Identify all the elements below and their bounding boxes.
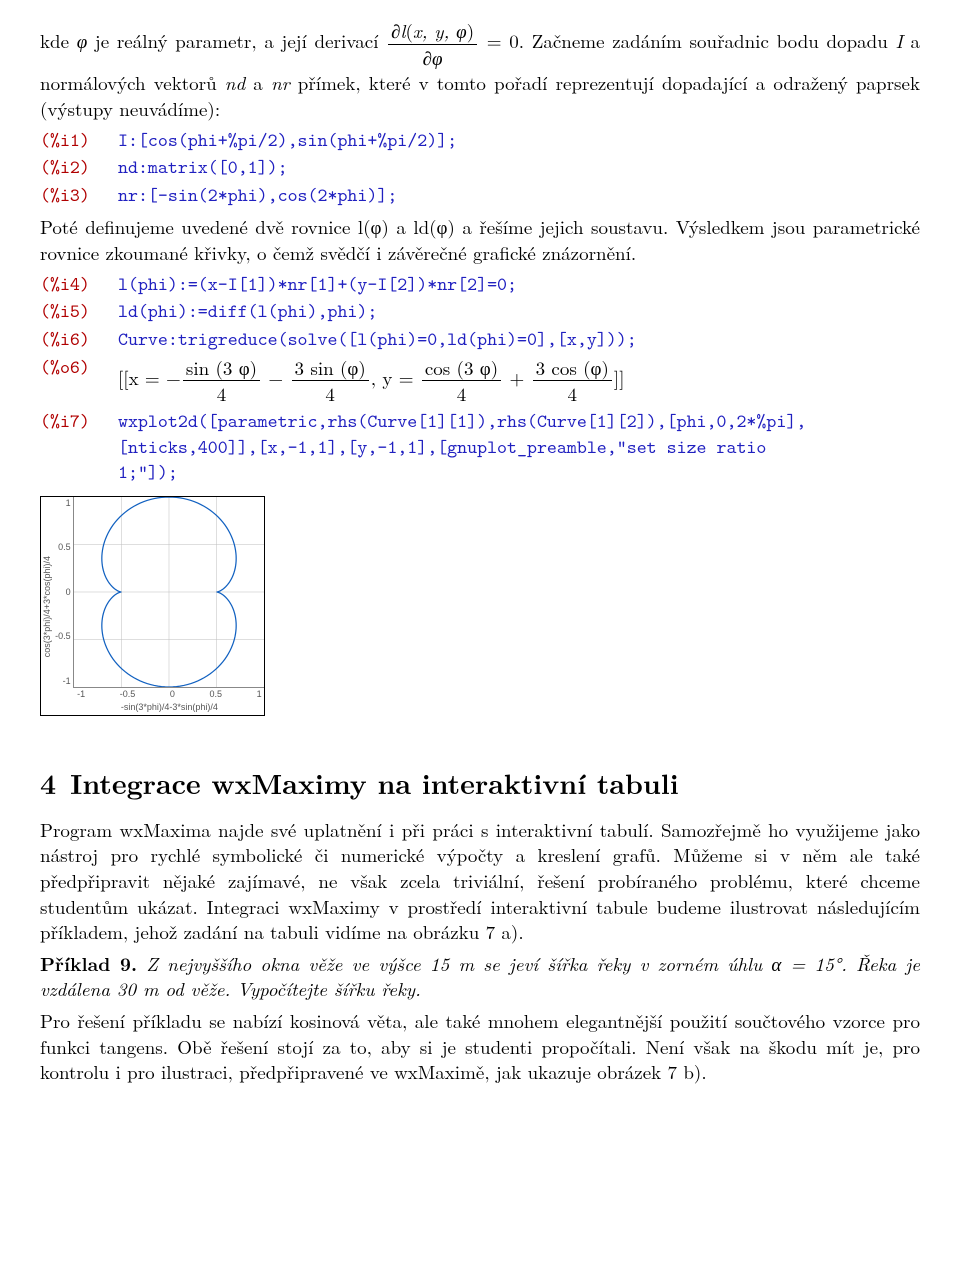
io-label-o6: (%o6)	[40, 355, 118, 381]
i7-line2: [nticks,400]],[x,-1,1],[y,-1,1],[gnuplot…	[118, 435, 766, 460]
example-body: Z nejvyššího okna věže ve výšce 15 m se …	[40, 950, 920, 1003]
io-label-i6: (%i6)	[40, 327, 118, 353]
section-title: Integrace wxMaximy na interaktivní tabul…	[70, 763, 679, 803]
o6-f2d: 4	[292, 381, 369, 407]
o6-suffix: ]]	[614, 364, 625, 391]
plot-xlabel: -sin(3*phi)/4-3*sin(phi)/4	[75, 700, 264, 715]
io-math-o6: [[x = −sin (3 φ)4 − 3 sin (φ)4, y = cos …	[118, 355, 624, 407]
ytick: 1	[55, 497, 71, 509]
plot-xaxis: -1 -0.5 0 0.5 1	[75, 688, 264, 700]
final-paragraph: Pro řešení příkladu se nabízí kosinová v…	[40, 1008, 920, 1085]
io-label-i7: (%i7)	[40, 409, 118, 435]
xtick: -1	[77, 688, 85, 700]
i7-line1: wxplot2d([parametric,rhs(Curve[1][1]),rh…	[118, 409, 806, 434]
plot-area	[73, 497, 264, 688]
plot-ylabel: cos(3*phi)/4+3*cos(phi)/4	[41, 497, 53, 715]
io-code-i6: Curve:trigreduce(solve([l(phi)=0,ld(phi)…	[118, 327, 637, 353]
o6-f3n: cos (3 φ)	[422, 355, 501, 382]
o6-f2n: 3 sin (φ)	[292, 355, 369, 382]
ytick: -0.5	[55, 630, 71, 642]
o6-f1n: sin (3 φ)	[183, 355, 260, 382]
o6-f4d: 4	[533, 381, 612, 407]
intro-paragraph: kde φ je reálný parametr, a její derivac…	[40, 18, 920, 122]
plot-svg	[74, 497, 264, 687]
plot-yaxis: 1 0.5 0 -0.5 -1	[53, 497, 73, 687]
o6-sep2: +	[503, 364, 530, 391]
o6-mid: , y =	[371, 364, 420, 391]
xtick: 0	[170, 688, 175, 700]
io-code-i2: nd:matrix([0,1]);	[118, 155, 288, 181]
xtick: 1	[257, 688, 262, 700]
example-label: Příklad 9.	[40, 949, 137, 977]
io-code-i4: l(phi):=(x-I[1])*nr[1]+(y-I[2])*nr[2]=0;	[118, 272, 517, 298]
mid-paragraph: Poté definujeme uvedené dvě rovnice l(φ)…	[40, 214, 920, 265]
io-label-i3: (%i3)	[40, 183, 118, 209]
o6-f4n: 3 cos (φ)	[533, 355, 612, 382]
plot: cos(3*phi)/4+3*cos(phi)/4 1 0.5 0 -0.5 -…	[40, 496, 265, 716]
io-code-i3: nr:[-sin(2*phi),cos(2*phi)];	[118, 183, 397, 209]
o6-f3d: 4	[422, 381, 501, 407]
section-heading: 4 Integrace wxMaximy na interaktivní tabu…	[40, 765, 920, 803]
xtick: 0.5	[210, 688, 223, 700]
example-9: Příklad 9. Z nejvyššího okna věže ve výš…	[40, 951, 920, 1002]
ytick: -1	[55, 675, 71, 687]
io-code-i7: wxplot2d([parametric,rhs(Curve[1][1]),rh…	[118, 409, 806, 486]
section-number: 4	[40, 763, 56, 803]
io-label-i1: (%i1)	[40, 128, 118, 154]
o6-f1d: 4	[183, 381, 260, 407]
io-label-i4: (%i4)	[40, 272, 118, 298]
xtick: -0.5	[120, 688, 136, 700]
io-block-2: (%i4) l(phi):=(x-I[1])*nr[1]+(y-I[2])*nr…	[40, 272, 920, 486]
ytick: 0	[55, 586, 71, 598]
io-code-i5: ld(phi):=diff(l(phi),phi);	[118, 299, 377, 325]
io-code-i1: I:[cos(phi+%pi/2),sin(phi+%pi/2)];	[118, 128, 457, 154]
o6-sep1: −	[262, 364, 289, 391]
io-block-1: (%i1) I:[cos(phi+%pi/2),sin(phi+%pi/2)];…	[40, 128, 920, 209]
io-label-i5: (%i5)	[40, 299, 118, 325]
ytick: 0.5	[55, 541, 71, 553]
section-paragraph: Program wxMaxima najde své uplatnění i p…	[40, 817, 920, 945]
io-label-i2: (%i2)	[40, 155, 118, 181]
i7-line3: 1;"]);	[118, 460, 178, 485]
o6-prefix: [[x = −	[118, 364, 181, 391]
